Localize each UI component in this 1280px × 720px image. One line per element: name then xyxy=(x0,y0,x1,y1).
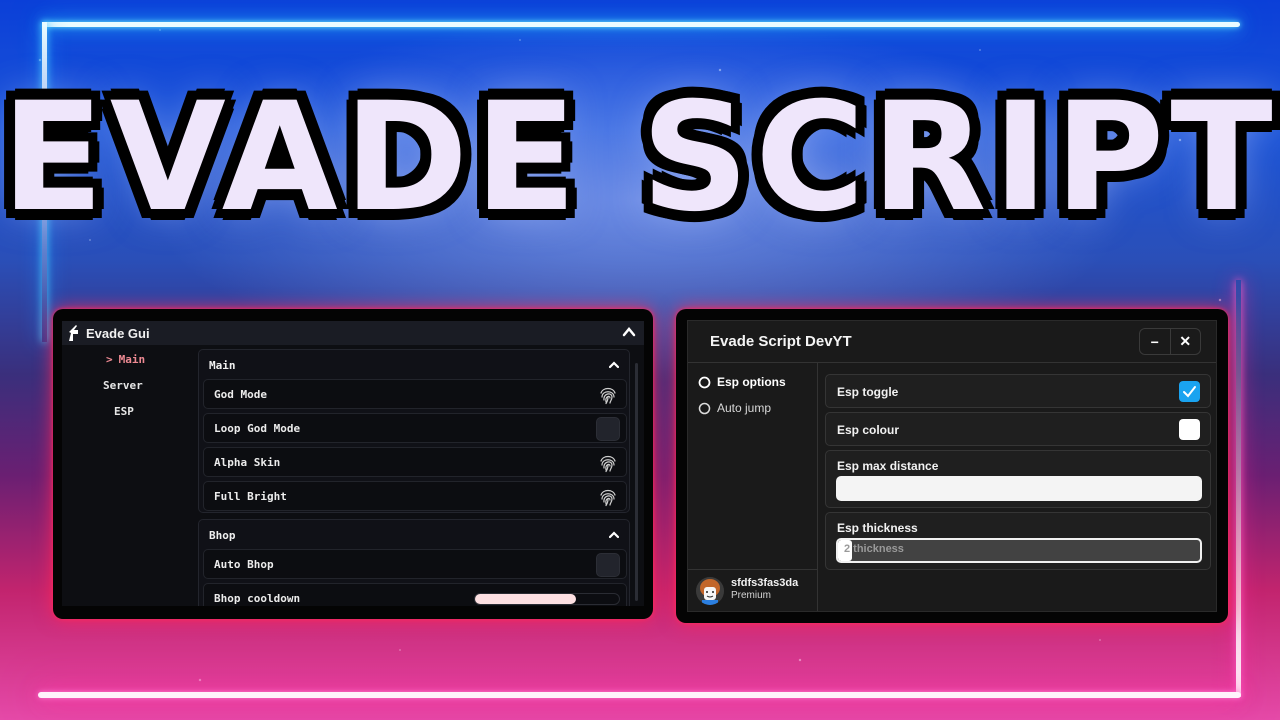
devyt-title: Evade Script DevYT xyxy=(710,333,852,350)
row-alpha-skin[interactable]: Alpha Skin xyxy=(203,447,627,477)
neon-frame-top xyxy=(42,22,1240,27)
banner-title: EVADE SCRIPT xyxy=(0,78,1280,238)
devyt-sidebar: Esp options Auto jump sfdfs3fas3da Premi… xyxy=(688,363,818,611)
chevron-up-icon[interactable] xyxy=(622,325,636,339)
chevron-up-icon[interactable] xyxy=(609,530,619,540)
row-label: Loop God Mode xyxy=(214,422,301,435)
sidebar-item-main[interactable]: > Main xyxy=(106,353,145,366)
bhop-cooldown-slider[interactable] xyxy=(474,593,620,605)
banner-title-word2: SCRIPT xyxy=(641,71,1279,245)
avatar-image-icon xyxy=(696,577,724,605)
target-icon xyxy=(698,402,711,414)
row-label: God Mode xyxy=(214,388,267,401)
target-icon xyxy=(698,376,711,388)
tab-esp-options[interactable]: Esp options xyxy=(698,375,786,389)
row-label: Bhop cooldown xyxy=(214,592,301,605)
option-esp-colour[interactable]: Esp colour xyxy=(825,412,1211,446)
row-auto-bhop[interactable]: Auto Bhop xyxy=(203,549,627,579)
banner-title-word1: EVADE xyxy=(1,71,583,245)
row-bhop-cooldown[interactable]: Bhop cooldown xyxy=(203,583,627,606)
evade-gui-titlebar[interactable]: Evade Gui xyxy=(62,321,644,345)
esp-max-distance-input[interactable] xyxy=(836,476,1202,501)
esp-thickness-slider[interactable]: 2 thickness xyxy=(836,538,1202,563)
section-main: Main God Mode Loop God Mode Alpha Skin F… xyxy=(198,349,630,513)
app-logo-icon xyxy=(69,325,78,341)
row-label: Auto Bhop xyxy=(214,558,274,571)
option-label: Esp toggle xyxy=(837,385,899,399)
evade-gui-sidebar: > Main Server ESP xyxy=(62,345,190,606)
option-esp-max-distance: Esp max distance xyxy=(825,450,1211,508)
neon-frame-bottom xyxy=(38,692,1241,698)
slider-fill xyxy=(475,594,576,604)
fingerprint-icon[interactable] xyxy=(598,453,618,473)
section-title: Main xyxy=(209,359,236,372)
minimize-button[interactable]: − xyxy=(1140,329,1170,354)
row-label: Alpha Skin xyxy=(214,456,281,469)
neon-frame-right xyxy=(1236,280,1241,697)
tab-label: Auto jump xyxy=(717,401,772,415)
checkmark-icon xyxy=(1183,386,1196,398)
devyt-window: Evade Script DevYT − ✕ Esp options Auto … xyxy=(687,320,1217,612)
auto-bhop-toggle[interactable] xyxy=(596,553,620,577)
fingerprint-icon[interactable] xyxy=(598,487,618,507)
user-profile: sfdfs3fas3da Premium xyxy=(688,569,817,611)
fingerprint-icon[interactable] xyxy=(598,385,618,405)
tab-auto-jump[interactable]: Auto jump xyxy=(698,401,771,415)
sidebar-item-label: Server xyxy=(103,379,143,392)
scrollbar[interactable] xyxy=(635,363,638,601)
option-esp-thickness: Esp thickness 2 thickness xyxy=(825,512,1211,570)
row-label: Full Bright xyxy=(214,490,287,503)
esp-colour-swatch[interactable] xyxy=(1179,419,1200,440)
window-controls: − ✕ xyxy=(1139,328,1201,355)
section-bhop: Bhop Auto Bhop Bhop cooldown xyxy=(198,519,630,606)
esp-toggle-checkbox[interactable] xyxy=(1179,381,1200,402)
devyt-titlebar[interactable]: Evade Script DevYT − ✕ xyxy=(688,321,1216,363)
minimize-icon: − xyxy=(1150,333,1159,350)
chevron-right-icon: > xyxy=(106,353,113,366)
section-title: Bhop xyxy=(209,529,236,542)
row-full-bright[interactable]: Full Bright xyxy=(203,481,627,511)
option-label: Esp thickness xyxy=(837,521,918,535)
avatar xyxy=(696,577,724,605)
evade-gui-content: Main God Mode Loop God Mode Alpha Skin F… xyxy=(198,349,632,606)
loop-god-mode-toggle[interactable] xyxy=(596,417,620,441)
sidebar-item-label: ESP xyxy=(114,405,134,418)
user-plan: Premium xyxy=(731,590,772,601)
option-esp-toggle[interactable]: Esp toggle xyxy=(825,374,1211,408)
tab-label: Esp options xyxy=(717,375,786,389)
esp-thickness-placeholder: 2 thickness xyxy=(844,543,904,555)
evade-gui-window: Evade Gui > Main Server ESP Main God Mode xyxy=(62,321,644,606)
sidebar-item-server[interactable]: Server xyxy=(103,379,143,392)
row-loop-god-mode[interactable]: Loop God Mode xyxy=(203,413,627,443)
option-label: Esp colour xyxy=(837,423,900,437)
sidebar-item-esp[interactable]: ESP xyxy=(114,405,134,418)
sidebar-item-label: Main xyxy=(118,353,146,366)
username: sfdfs3fas3da xyxy=(731,577,799,589)
close-button[interactable]: ✕ xyxy=(1169,329,1201,354)
evade-gui-title: Evade Gui xyxy=(86,325,150,341)
row-god-mode[interactable]: God Mode xyxy=(203,379,627,409)
close-icon: ✕ xyxy=(1179,333,1192,349)
option-label: Esp max distance xyxy=(837,459,939,473)
chevron-up-icon[interactable] xyxy=(609,360,619,370)
